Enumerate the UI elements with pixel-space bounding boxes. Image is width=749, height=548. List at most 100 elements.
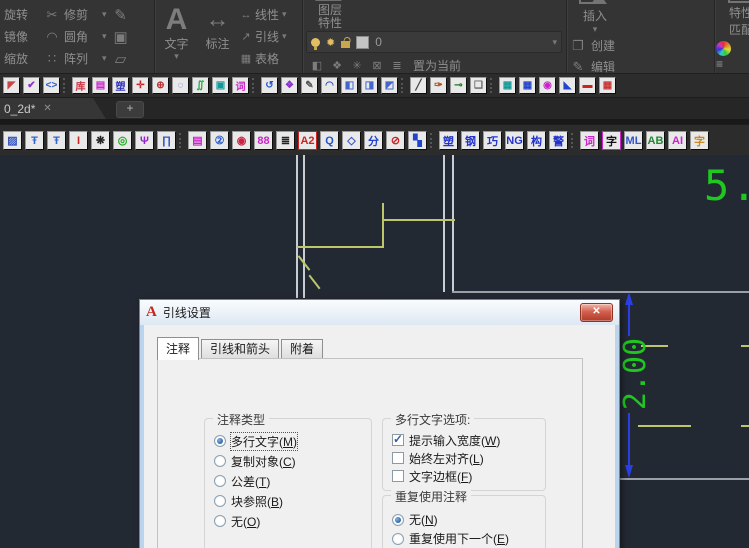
toolbar-icon[interactable]: 字 xyxy=(602,131,621,150)
toolbar-icon[interactable]: ◠ xyxy=(321,77,338,94)
toolbar-icon[interactable]: AB xyxy=(646,131,665,150)
toolbar-icon[interactable]: Ψ xyxy=(135,131,154,150)
checkbox-option[interactable]: 始终左对齐(L) xyxy=(383,449,545,467)
toolbar-icon[interactable]: ∬ xyxy=(192,77,209,94)
toolbar-icon[interactable]: ❑ xyxy=(470,77,487,94)
toolbar-icon[interactable]: AI xyxy=(668,131,687,150)
toolbar-icon[interactable]: ▦ xyxy=(519,77,536,94)
chevron-down-icon[interactable]: ▾ xyxy=(552,37,557,48)
toolbar-icon[interactable] xyxy=(490,78,496,93)
toolbar-icon[interactable]: ❋ xyxy=(91,131,110,150)
dimension-button[interactable]: ↔ 标注 xyxy=(197,0,238,73)
toolbar-icon[interactable]: ▬ xyxy=(579,77,596,94)
drawing-tab[interactable]: 0_2d* ✕ xyxy=(0,98,106,119)
array-button[interactable]: 阵列 xyxy=(64,50,98,67)
toolbar-icon[interactable] xyxy=(571,133,577,148)
toolbar-icon[interactable]: I xyxy=(69,131,88,150)
mirror-button[interactable]: 镜像 xyxy=(4,28,40,45)
toolbar-icon[interactable]: 钢 xyxy=(461,131,480,150)
toolbar-icon[interactable] xyxy=(179,133,185,148)
radio-option[interactable]: 复制对象(C) xyxy=(205,451,371,471)
pen-tool-icon[interactable]: ✎ xyxy=(111,6,131,24)
toolbar-icon[interactable]: 库 xyxy=(72,77,89,94)
toolbar-icon[interactable]: ↺ xyxy=(261,77,278,94)
radio-option[interactable]: 重复使用下一个(E) xyxy=(383,529,545,548)
toolbar-icon[interactable]: ◉ xyxy=(539,77,556,94)
toolbar-icon[interactable]: 塑 xyxy=(112,77,129,94)
toolbar-icon[interactable]: ▦ xyxy=(499,77,516,94)
toolbar-icon[interactable]: ▦ xyxy=(599,77,616,94)
toolbar-icon[interactable] xyxy=(63,78,69,93)
dialog-tab[interactable]: 附着 xyxy=(281,339,324,359)
toolbar-icon[interactable] xyxy=(252,78,258,93)
toolbar-icon[interactable]: ✑ xyxy=(430,77,447,94)
linetype-icon[interactable]: ≡ xyxy=(716,58,723,70)
toolbar-icon[interactable]: Ŧ xyxy=(25,131,44,150)
table-button[interactable]: ▦ 表格 xyxy=(240,48,302,70)
toolbar-icon[interactable]: ▚ xyxy=(408,131,427,150)
layer-tool-icon[interactable]: ✳ xyxy=(349,59,365,72)
chevron-down-icon[interactable]: ▾ xyxy=(102,53,107,64)
dialog-tab[interactable]: 注释 xyxy=(157,337,200,360)
radio-option[interactable]: 块参照(B) xyxy=(205,491,371,511)
toolbar-icon[interactable]: ⊕ xyxy=(152,77,169,94)
fillet-button[interactable]: 圆角 xyxy=(64,28,98,45)
trim-button[interactable]: 修剪 xyxy=(64,6,98,23)
toolbar-icon[interactable] xyxy=(401,78,407,93)
toolbar-icon[interactable]: 塑 xyxy=(439,131,458,150)
toolbar-icon[interactable]: ◎ xyxy=(113,131,132,150)
toolbar-icon[interactable]: ◉ xyxy=(232,131,251,150)
layer-tool-icon[interactable]: ≣ xyxy=(389,59,405,72)
toolbar-icon[interactable]: <> xyxy=(43,77,60,94)
toolbar-icon[interactable]: ✔ xyxy=(23,77,40,94)
dialog-tab[interactable]: 引线和箭头 xyxy=(201,339,280,359)
toolbar-icon[interactable]: ▤ xyxy=(188,131,207,150)
toolbar-icon[interactable] xyxy=(430,133,436,148)
text-button[interactable]: A 文字 ▾ xyxy=(156,0,197,73)
close-tab-icon[interactable]: ✕ xyxy=(43,103,51,114)
layer-tool-icon[interactable]: ⊠ xyxy=(369,59,385,72)
toolbar-icon[interactable]: ▣ xyxy=(212,77,229,94)
toolbar-icon[interactable]: 词 xyxy=(232,77,249,94)
toolbar-icon[interactable]: ✎ xyxy=(301,77,318,94)
linear-button[interactable]: ↔ 线性 ▾ xyxy=(240,4,302,26)
toolbar-icon[interactable]: Ŧ xyxy=(47,131,66,150)
box-tool-icon[interactable]: ▣ xyxy=(111,28,131,46)
layer-properties-button[interactable]: 图层 特性 xyxy=(304,0,356,30)
chevron-down-icon[interactable]: ▾ xyxy=(102,31,107,42)
toolbar-icon[interactable]: ◌ xyxy=(172,77,189,94)
toolbar-icon[interactable]: ≣ xyxy=(276,131,295,150)
new-tab-button[interactable]: + xyxy=(116,101,144,118)
toolbar-icon[interactable]: ◣ xyxy=(559,77,576,94)
checkbox-option[interactable]: 文字边框(F) xyxy=(383,467,545,485)
toolbar-icon[interactable]: NG xyxy=(505,131,524,150)
toolbar-icon[interactable]: ✛ xyxy=(132,77,149,94)
toolbar-icon[interactable]: 字 xyxy=(690,131,709,150)
toolbar-icon[interactable]: 巧 xyxy=(483,131,502,150)
toolbar-icon[interactable]: ⊘ xyxy=(386,131,405,150)
offset-tool-icon[interactable]: ▱ xyxy=(111,50,131,68)
checkbox-option[interactable]: 提示输入宽度(W) xyxy=(383,431,545,449)
layer-combo[interactable]: ✹ 0 ▾ xyxy=(306,31,562,53)
layer-tool-icon[interactable]: ◧ xyxy=(309,59,325,72)
leader-button[interactable]: ↗ 引线 ▾ xyxy=(240,26,302,48)
scale-button[interactable]: 缩放 xyxy=(4,50,40,67)
toolbar-icon[interactable]: ❖ xyxy=(281,77,298,94)
rotate-button[interactable]: 旋转 xyxy=(4,6,40,23)
dialog-titlebar[interactable]: A 引线设置 ✕ xyxy=(140,300,619,325)
toolbar-icon[interactable]: ∏ xyxy=(157,131,176,150)
toolbar-icon[interactable]: Q xyxy=(320,131,339,150)
layer-on-icon[interactable] xyxy=(311,37,320,50)
toolbar-icon[interactable]: 88 xyxy=(254,131,273,150)
toolbar-icon[interactable]: 词 xyxy=(580,131,599,150)
set-current-button[interactable]: 置为当前 xyxy=(413,57,461,74)
toolbar-icon[interactable]: ▨ xyxy=(3,131,22,150)
radio-option[interactable]: 无(N) xyxy=(383,510,545,529)
toolbar-icon[interactable]: ▤ xyxy=(92,77,109,94)
layer-thaw-icon[interactable]: ✹ xyxy=(326,36,335,49)
toolbar-icon[interactable]: ◧ xyxy=(341,77,358,94)
radio-option[interactable]: 无(O) xyxy=(205,511,371,531)
toolbar-icon[interactable]: ◨ xyxy=(361,77,378,94)
layer-unlock-icon[interactable] xyxy=(341,40,351,48)
insert-button[interactable]: 插入 ▾ xyxy=(568,0,622,35)
